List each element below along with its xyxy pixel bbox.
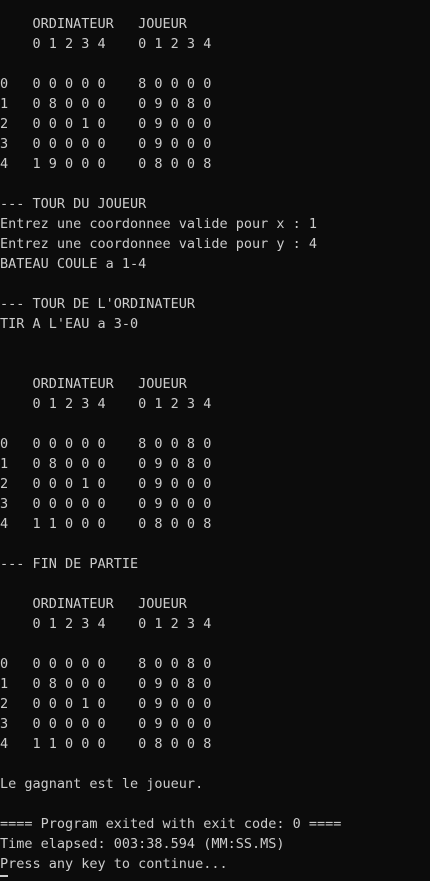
console-line: Press any key to continue... [0, 856, 228, 872]
console-line: Time elapsed: 003:38.594 (MM:SS.MS) [0, 836, 285, 852]
console-line: 2 0 0 0 1 0 0 9 0 0 0 [0, 696, 212, 712]
console-line: 3 0 0 0 0 0 0 9 0 0 0 [0, 136, 212, 152]
console-line: 4 1 1 0 0 0 0 8 0 0 8 [0, 516, 212, 532]
console-line: ORDINATEUR JOUEUR [0, 16, 187, 32]
console-line: Le gagnant est le joueur. [0, 776, 204, 792]
console-line: --- FIN DE PARTIE [0, 556, 139, 572]
console-line: --- TOUR DE L'ORDINATEUR [0, 296, 196, 312]
console-line: 1 0 8 0 0 0 0 9 0 8 0 [0, 96, 212, 112]
console-line: 0 0 0 0 0 0 8 0 0 8 0 [0, 436, 212, 452]
console-line: ==== Program exited with exit code: 0 ==… [0, 816, 342, 832]
console-line: 1 0 8 0 0 0 0 9 0 8 0 [0, 676, 212, 692]
console-line: 4 1 1 0 0 0 0 8 0 0 8 [0, 736, 212, 752]
console-line: 2 0 0 0 1 0 0 9 0 0 0 [0, 476, 212, 492]
console-line: 0 0 0 0 0 0 8 0 0 8 0 [0, 656, 212, 672]
text-cursor [0, 875, 8, 877]
console-output: ORDINATEUR JOUEUR 0 1 2 3 4 0 1 2 3 4 0 0… [0, 14, 430, 874]
console-line: 3 0 0 0 0 0 0 9 0 0 0 [0, 716, 212, 732]
console-line: 1 0 8 0 0 0 0 9 0 8 0 [0, 456, 212, 472]
console-line: ORDINATEUR JOUEUR [0, 376, 187, 392]
console-line: 4 1 9 0 0 0 0 8 0 0 8 [0, 156, 212, 172]
console-line: --- TOUR DU JOUEUR [0, 196, 147, 212]
console-line: Entrez une coordonnee valide pour x : 1 [0, 216, 317, 232]
console-line: 0 1 2 3 4 0 1 2 3 4 [0, 36, 212, 52]
console-line: 2 0 0 0 1 0 0 9 0 0 0 [0, 116, 212, 132]
console-line: TIR A L'EAU a 3-0 [0, 316, 139, 332]
console-line: 0 1 2 3 4 0 1 2 3 4 [0, 616, 212, 632]
console-line: 0 1 2 3 4 0 1 2 3 4 [0, 396, 212, 412]
console-line: ORDINATEUR JOUEUR [0, 596, 187, 612]
console-line: BATEAU COULE a 1-4 [0, 256, 147, 272]
console-line: 3 0 0 0 0 0 0 9 0 0 0 [0, 496, 212, 512]
console-line: 0 0 0 0 0 0 8 0 0 0 0 [0, 76, 212, 92]
console-line: Entrez une coordonnee valide pour y : 4 [0, 236, 317, 252]
